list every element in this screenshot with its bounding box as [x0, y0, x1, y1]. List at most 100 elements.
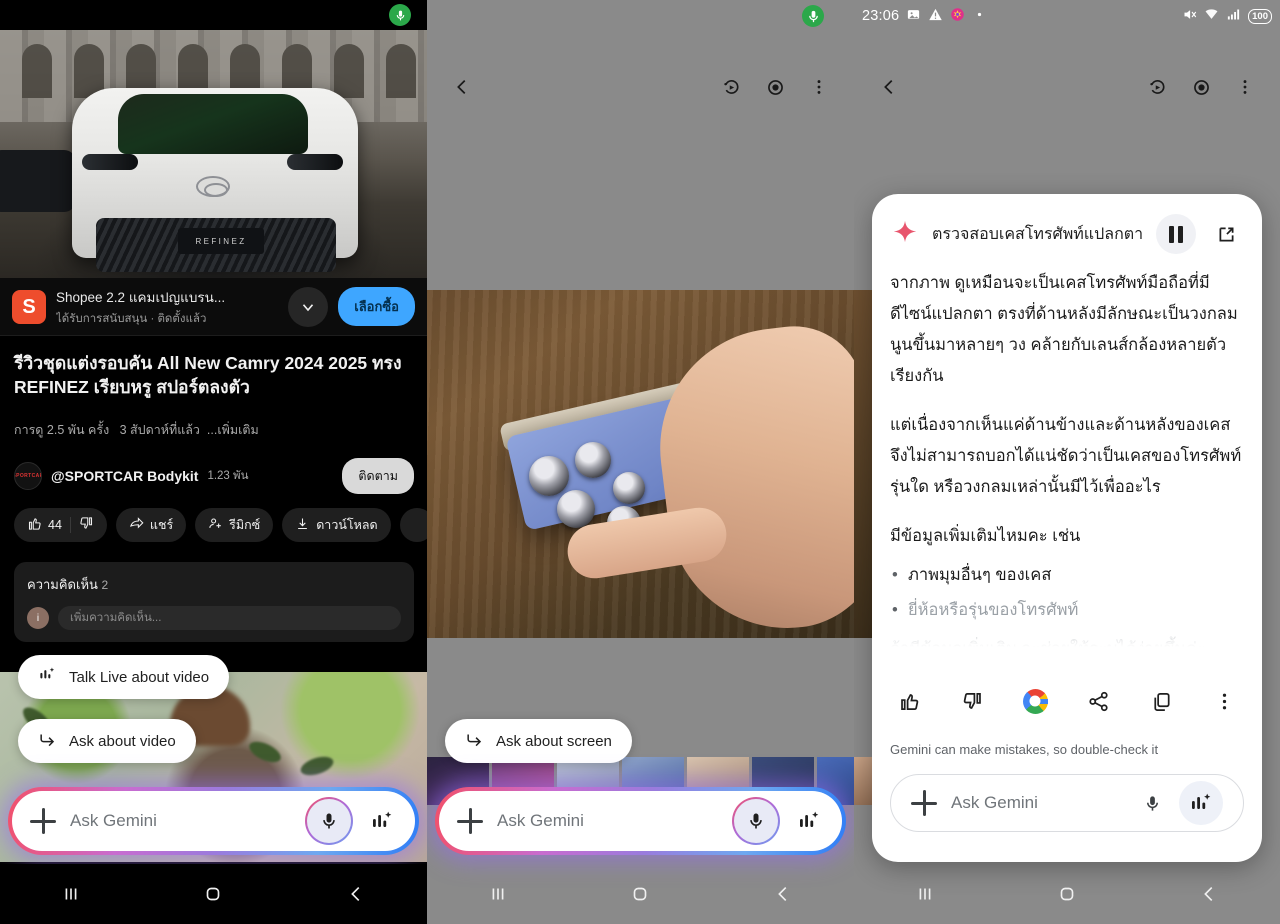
add-comment-row[interactable]: i เพิ่มความคิดเห็น... [27, 606, 401, 630]
shopee-icon: S [12, 289, 46, 324]
camera-lens [575, 442, 611, 478]
video-meta[interactable]: การดู 2.5 พัน ครั้ง 3 สัปดาห์ที่แล้ว ...… [14, 420, 259, 440]
plus-icon[interactable] [30, 808, 56, 834]
gemini-input-inner[interactable]: Ask Gemini [12, 791, 415, 851]
subscribe-button[interactable]: ติดตาม [342, 458, 414, 494]
right-app-bar-actions [1136, 66, 1266, 108]
photo-editor-icon [950, 7, 965, 26]
video-title[interactable]: รีวิวชุดแต่งรอบคัน All New Camry 2024 20… [14, 352, 414, 399]
gemini-answer-card: ตรวจสอบเคสโทรศัพท์แปลกตา จากภาพ ดูเหมือน… [872, 194, 1262, 862]
gemini-live-button[interactable] [367, 806, 397, 836]
eye-icon[interactable] [754, 66, 796, 108]
microphone-icon[interactable] [1139, 790, 1165, 816]
share-button[interactable]: แชร์ [115, 508, 187, 542]
google-logo-icon[interactable] [1016, 682, 1054, 720]
comments-header: ความคิดเห็น 2 [27, 574, 401, 595]
promo-banner[interactable]: S Shopee 2.2 แคมเปญแบรน... ได้รับการสนับ… [0, 278, 427, 336]
divider [69, 517, 71, 533]
microphone-button[interactable] [732, 797, 780, 845]
more-vertical-icon[interactable] [1224, 66, 1266, 108]
channel-row[interactable]: SPORTCAR @SPORTCAR Bodykit 1.23 พัน ติดต… [14, 456, 414, 496]
gemini-input-placeholder[interactable]: Ask Gemini [497, 811, 718, 831]
gemini-input-bar[interactable]: Ask Gemini [890, 774, 1244, 832]
photo-remaster-icon[interactable] [1136, 66, 1178, 108]
background-car [0, 150, 76, 212]
download-button[interactable]: ดาวน์โหลด [282, 508, 391, 542]
back-icon[interactable] [326, 872, 386, 916]
suggestion-ask-about-screen[interactable]: Ask about screen [445, 719, 632, 763]
mid-status-left [802, 0, 824, 32]
gemini-input-placeholder[interactable]: Ask Gemini [70, 811, 291, 831]
chevron-down-icon[interactable] [288, 286, 329, 327]
gemini-input-placeholder[interactable]: Ask Gemini [951, 793, 1125, 813]
back-icon[interactable] [1179, 872, 1239, 916]
plate-text: REFINEZ [195, 236, 247, 246]
avatar[interactable]: SPORTCAR [14, 462, 42, 490]
open-in-new-icon[interactable] [1208, 216, 1244, 252]
microphone-button[interactable] [305, 797, 353, 845]
photo-remaster-icon[interactable] [710, 66, 752, 108]
recents-icon[interactable] [468, 872, 528, 916]
home-icon[interactable] [183, 872, 243, 916]
gemini-input-inner[interactable]: Ask Gemini [439, 791, 842, 851]
thumbs-up-icon[interactable] [890, 682, 928, 720]
answer-paragraph: แต่เนื่องจากเห็นแค่ด้านข้างและด้านหลังขอ… [890, 416, 1242, 496]
photo-viewer[interactable] [427, 290, 854, 638]
screenshot-root: REFINEZ S Shopee 2.2 แคมเปญแบรน... ได้รั… [0, 0, 1280, 924]
shop-now-button[interactable]: เลือกซื้อ [338, 287, 415, 326]
comments-section[interactable]: ความคิดเห็น 2 i เพิ่มความคิดเห็น... [14, 562, 414, 642]
video-player[interactable]: REFINEZ [0, 30, 427, 278]
more-actions-button[interactable] [399, 508, 427, 542]
promo-title: Shopee 2.2 แคมเปญแบรน... [56, 289, 226, 305]
chevron-left-icon[interactable] [868, 66, 910, 108]
list-item: ภาพมุมอื่นๆ ของเคส [890, 558, 1244, 593]
home-icon[interactable] [610, 872, 670, 916]
comments-label: ความคิดเห็น [27, 577, 98, 592]
home-icon[interactable] [1037, 872, 1097, 916]
copy-icon[interactable] [1143, 682, 1181, 720]
suggestion-talk-live-about-video[interactable]: Talk Live about video [18, 655, 230, 699]
chevron-left-icon[interactable] [441, 66, 483, 108]
mute-icon [1182, 7, 1197, 26]
shopee-glyph: S [22, 295, 36, 318]
answer-toolbar [890, 682, 1244, 720]
share-label: แชร์ [149, 518, 174, 532]
answer-closing: ถ้ามีข้อมูลเพิ่มเติม จะช่วยให้ระบุได้ง่า… [890, 640, 1206, 658]
recents-icon[interactable] [41, 872, 101, 916]
status-clock: 23:06 [862, 8, 900, 24]
channel-name[interactable]: @SPORTCAR Bodykit [51, 468, 198, 484]
eye-icon[interactable] [1180, 66, 1222, 108]
more-vertical-icon[interactable] [1206, 682, 1244, 720]
mic-recording-badge [389, 4, 411, 26]
arrow-turn-icon [465, 729, 484, 753]
thumbs-up-icon [27, 516, 42, 534]
like-dislike-chip[interactable]: 44 [14, 508, 107, 542]
answer-paragraph: มีข้อมูลเพิ่มเติมไหมคะ เช่น [890, 527, 1081, 545]
remix-button[interactable]: รีมิกซ์ [195, 508, 274, 542]
gemini-input-bar[interactable]: Ask Gemini [8, 787, 419, 855]
right-app-bar [854, 66, 1280, 108]
suggestion-ask-about-video[interactable]: Ask about video [18, 719, 196, 763]
gemini-input-bar[interactable]: Ask Gemini [435, 787, 846, 855]
mid-app-bar-actions [710, 66, 840, 108]
gemini-live-button[interactable] [1179, 781, 1223, 825]
android-nav-bar-mid [427, 864, 854, 924]
avatar-text: SPORTCAR [15, 473, 41, 479]
status-bar: 23:06 [862, 0, 987, 32]
more-vertical-icon[interactable] [798, 66, 840, 108]
thumbs-down-icon[interactable] [79, 516, 94, 534]
status-bar-right: 100 [1182, 0, 1272, 32]
gemini-live-button[interactable] [794, 806, 824, 836]
recents-icon[interactable] [895, 872, 955, 916]
thumbs-down-icon[interactable] [953, 682, 991, 720]
camera-lens [613, 472, 645, 504]
user-avatar: i [27, 607, 49, 629]
plus-icon[interactable] [911, 790, 937, 816]
comment-input[interactable]: เพิ่มความคิดเห็น... [58, 606, 401, 630]
more-link[interactable]: ...เพิ่มเติม [207, 423, 259, 437]
plus-icon[interactable] [457, 808, 483, 834]
back-icon[interactable] [753, 872, 813, 916]
pause-icon[interactable] [1156, 214, 1196, 254]
share-icon[interactable] [1080, 682, 1118, 720]
gemini-sparkle-icon [890, 219, 920, 249]
